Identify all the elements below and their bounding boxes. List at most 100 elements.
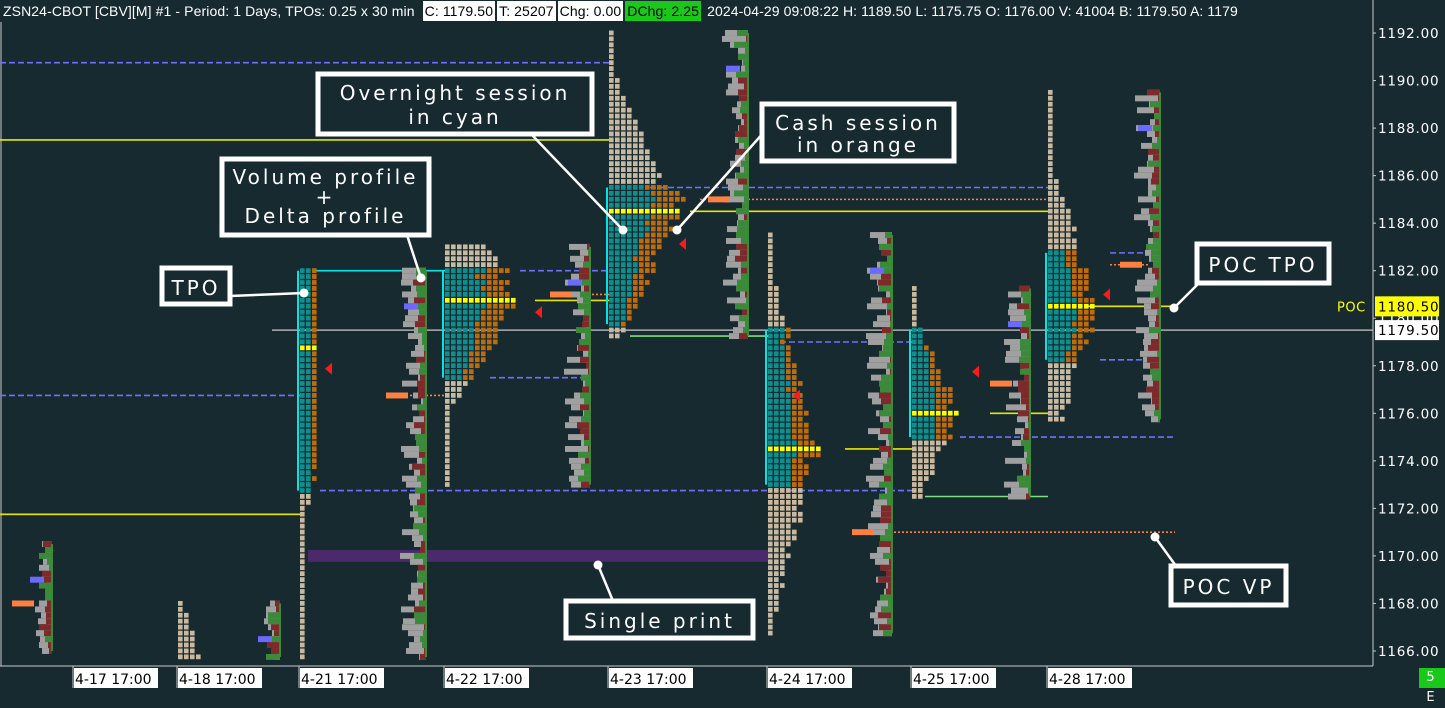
delta-bar	[579, 267, 590, 274]
tpo-block	[487, 274, 492, 279]
tpo-block	[780, 529, 785, 535]
tpo-block	[609, 54, 614, 60]
tpo-block	[930, 446, 935, 452]
tpo-block	[1054, 393, 1059, 398]
tpo-block	[774, 470, 779, 476]
tpo-block	[1090, 315, 1095, 321]
tpo-block	[1066, 398, 1071, 404]
tpo-block	[639, 208, 644, 214]
tpo-block	[780, 553, 785, 559]
tpo-block	[645, 167, 650, 172]
tpo-block	[312, 286, 317, 291]
tpo-block	[768, 529, 773, 535]
tpo-block	[768, 494, 773, 499]
delta-bar	[1149, 327, 1160, 334]
tpo-block	[1072, 226, 1077, 232]
tpo-block	[445, 339, 450, 345]
tpo-block	[1066, 351, 1071, 357]
tpo-block	[645, 185, 650, 190]
tpo-block	[481, 291, 486, 297]
tpo-block	[792, 494, 797, 499]
tpo-block	[912, 410, 917, 416]
tpo-block	[930, 381, 935, 386]
tpo-block	[1066, 280, 1071, 285]
tpo-block	[621, 131, 626, 137]
tpo-block	[1054, 185, 1059, 190]
tpo-block	[792, 410, 797, 416]
delta-bar	[1152, 398, 1160, 405]
tpo-block	[615, 208, 620, 214]
tpo-block	[912, 470, 917, 476]
tpo-block	[609, 84, 614, 89]
tpo-block	[487, 291, 492, 297]
tpo-block	[1048, 214, 1053, 220]
tpo-block	[768, 458, 773, 464]
tpo-block	[798, 446, 803, 452]
delta-bar	[580, 356, 590, 363]
tpo-block	[300, 535, 305, 541]
tpo-block	[1060, 416, 1065, 422]
tpo-block	[445, 291, 450, 297]
callout-dot-icon	[1150, 532, 1160, 542]
tpo-block	[780, 458, 785, 464]
tpo-block	[499, 315, 504, 321]
market-profile-chart[interactable]: Volume profile+Delta profileTPOOvernight…	[0, 0, 1445, 688]
tpo-block	[786, 464, 791, 470]
tpo-block	[615, 113, 620, 119]
tpo-block	[1078, 268, 1083, 273]
tpo-block	[627, 297, 632, 303]
tpo-block	[300, 505, 305, 511]
tpo-block	[1054, 244, 1059, 250]
tpo-block	[774, 440, 779, 446]
tpo-block	[768, 505, 773, 511]
tpo-block	[1060, 274, 1065, 279]
delta-bar	[1018, 386, 1030, 393]
tpo-block	[445, 357, 450, 363]
tpo-block	[615, 202, 620, 208]
tpo-block	[1072, 297, 1077, 303]
tpo-block	[792, 369, 797, 374]
tpo-block	[918, 470, 923, 476]
tpo-block	[627, 214, 632, 220]
tpo-block	[768, 517, 773, 523]
tpo-block	[615, 185, 620, 190]
tpo-block	[930, 393, 935, 398]
delta-bar	[579, 273, 590, 280]
tpo-block	[627, 250, 632, 256]
tpo-block	[1090, 303, 1095, 309]
tpo-block	[609, 149, 614, 155]
tpo-block	[609, 48, 614, 54]
tpo-block	[1060, 226, 1065, 232]
delta-bar	[45, 636, 52, 643]
tpo-block	[475, 286, 480, 291]
tpo-block	[1084, 280, 1089, 285]
tpo-block	[924, 410, 929, 416]
tpo-block	[924, 416, 929, 422]
y-tick-label: 1170.00	[1378, 549, 1439, 565]
tpo-block	[451, 333, 456, 339]
tpo-block	[451, 286, 456, 291]
tpo-block	[774, 494, 779, 499]
tpo-block	[621, 214, 626, 220]
tpo-block	[609, 256, 614, 262]
tpo-block	[1048, 309, 1053, 315]
delta-bar	[880, 261, 892, 268]
delta-bar	[741, 238, 748, 244]
tpo-block	[451, 393, 456, 398]
tpo-block	[306, 476, 311, 481]
delta-bar	[1150, 214, 1160, 221]
tpo-block	[1066, 369, 1071, 374]
tpo-block	[780, 505, 785, 511]
tpo-block	[481, 262, 486, 268]
delta-bar	[1153, 232, 1160, 239]
volume-bar	[406, 648, 426, 654]
tpo-block	[178, 624, 183, 630]
delta-bar	[45, 606, 52, 613]
tpo-block	[1054, 381, 1059, 386]
delta-bar	[418, 511, 426, 518]
tpo-block	[615, 321, 620, 327]
tpo-block	[615, 155, 620, 161]
tpo-block	[1048, 101, 1053, 107]
tpo-block	[918, 476, 923, 481]
tpo-block	[633, 226, 638, 232]
